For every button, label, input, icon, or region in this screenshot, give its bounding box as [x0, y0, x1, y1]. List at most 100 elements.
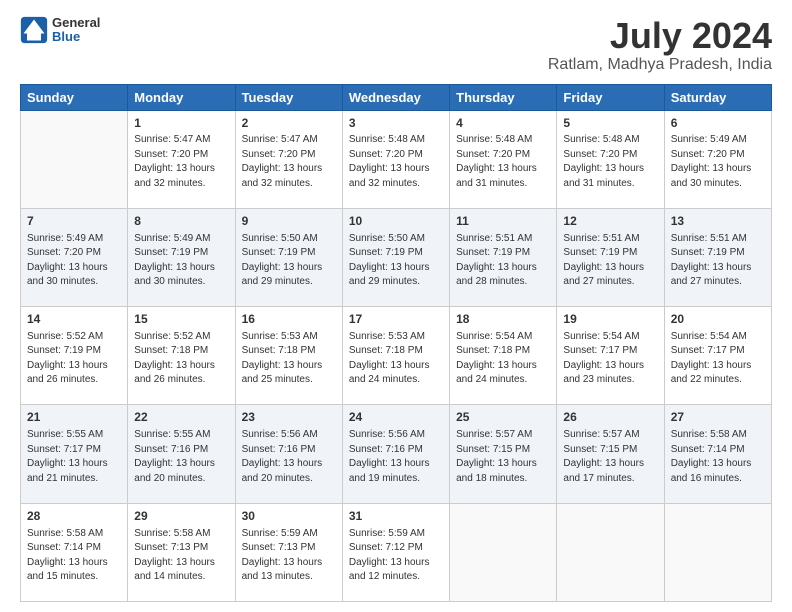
table-row: 3Sunrise: 5:48 AM Sunset: 7:20 PM Daylig…	[342, 110, 449, 208]
table-row: 28 Sunrise: 5:58 AM Sunset: 7:14 PM Dayli…	[21, 503, 128, 601]
table-row: 4Sunrise: 5:48 AM Sunset: 7:20 PM Daylig…	[450, 110, 557, 208]
day-number: 20	[671, 311, 765, 328]
table-row: 14 Sunrise: 5:52 AM Sunset: 7:19 PM Dayli…	[21, 307, 128, 405]
calendar-week-row: 14 Sunrise: 5:52 AM Sunset: 7:19 PM Dayli…	[21, 307, 772, 405]
day-info: Sunrise: 5:52 AM Sunset: 7:18 PM Dayligh…	[134, 330, 228, 388]
col-wednesday: Wednesday	[342, 84, 449, 110]
day-number: 26	[563, 409, 657, 426]
col-sunday: Sunday	[21, 84, 128, 110]
day-info: Sunrise: 5:58 AM Sunset: 7:14 PM Dayligh…	[27, 527, 121, 585]
day-number: 2	[242, 115, 336, 132]
table-row: 13Sunrise: 5:51 AM Sunset: 7:19 PM Dayli…	[664, 208, 771, 306]
day-number: 10	[349, 213, 443, 230]
day-info: Sunrise: 5:58 AM Sunset: 7:14 PM Dayligh…	[671, 428, 765, 486]
day-number: 23	[242, 409, 336, 426]
table-row: 20 Sunrise: 5:54 AM Sunset: 7:17 PM Dayli…	[664, 307, 771, 405]
col-friday: Friday	[557, 84, 664, 110]
day-info: Sunrise: 5:50 AM Sunset: 7:19 PM Dayligh…	[242, 232, 336, 290]
table-row: 5Sunrise: 5:48 AM Sunset: 7:20 PM Daylig…	[557, 110, 664, 208]
day-info: Sunrise: 5:49 AM Sunset: 7:19 PM Dayligh…	[134, 232, 228, 290]
day-info: Sunrise: 5:48 AM Sunset: 7:20 PM Dayligh…	[349, 133, 443, 191]
table-row: 12Sunrise: 5:51 AM Sunset: 7:19 PM Dayli…	[557, 208, 664, 306]
calendar-week-row: 7Sunrise: 5:49 AM Sunset: 7:20 PM Daylig…	[21, 208, 772, 306]
table-row: 7Sunrise: 5:49 AM Sunset: 7:20 PM Daylig…	[21, 208, 128, 306]
day-number: 24	[349, 409, 443, 426]
title-area: July 2024 Ratlam, Madhya Pradesh, India	[548, 16, 772, 74]
day-number: 14	[27, 311, 121, 328]
day-number: 16	[242, 311, 336, 328]
table-row: 22Sunrise: 5:55 AM Sunset: 7:16 PM Dayli…	[128, 405, 235, 503]
day-info: Sunrise: 5:49 AM Sunset: 7:20 PM Dayligh…	[671, 133, 765, 191]
day-info: Sunrise: 5:55 AM Sunset: 7:17 PM Dayligh…	[27, 428, 121, 486]
day-info: Sunrise: 5:47 AM Sunset: 7:20 PM Dayligh…	[134, 133, 228, 191]
table-row: 16 Sunrise: 5:53 AM Sunset: 7:18 PM Dayli…	[235, 307, 342, 405]
table-row: 25 Sunrise: 5:57 AM Sunset: 7:15 PM Dayli…	[450, 405, 557, 503]
day-info: Sunrise: 5:50 AM Sunset: 7:19 PM Dayligh…	[349, 232, 443, 290]
table-row: 23 Sunrise: 5:56 AM Sunset: 7:16 PM Dayli…	[235, 405, 342, 503]
day-number: 11	[456, 213, 550, 230]
day-info: Sunrise: 5:54 AM Sunset: 7:18 PM Dayligh…	[456, 330, 550, 388]
logo-icon	[20, 16, 48, 44]
main-title: July 2024	[548, 16, 772, 56]
day-number: 7	[27, 213, 121, 230]
day-info: Sunrise: 5:56 AM Sunset: 7:16 PM Dayligh…	[242, 428, 336, 486]
day-number: 30	[242, 508, 336, 525]
day-number: 22	[134, 409, 228, 426]
day-info: Sunrise: 5:57 AM Sunset: 7:15 PM Dayligh…	[456, 428, 550, 486]
calendar-week-row: 1Sunrise: 5:47 AM Sunset: 7:20 PM Daylig…	[21, 110, 772, 208]
day-info: Sunrise: 5:54 AM Sunset: 7:17 PM Dayligh…	[563, 330, 657, 388]
day-number: 8	[134, 213, 228, 230]
table-row	[664, 503, 771, 601]
day-info: Sunrise: 5:56 AM Sunset: 7:16 PM Dayligh…	[349, 428, 443, 486]
day-number: 27	[671, 409, 765, 426]
day-info: Sunrise: 5:59 AM Sunset: 7:12 PM Dayligh…	[349, 527, 443, 585]
logo-text: General Blue	[52, 16, 100, 45]
table-row: 27 Sunrise: 5:58 AM Sunset: 7:14 PM Dayli…	[664, 405, 771, 503]
table-row: 8 Sunrise: 5:49 AM Sunset: 7:19 PM Daylig…	[128, 208, 235, 306]
day-number: 6	[671, 115, 765, 132]
day-info: Sunrise: 5:57 AM Sunset: 7:15 PM Dayligh…	[563, 428, 657, 486]
col-saturday: Saturday	[664, 84, 771, 110]
subtitle: Ratlam, Madhya Pradesh, India	[548, 56, 772, 74]
logo-general: General	[52, 16, 100, 30]
day-number: 15	[134, 311, 228, 328]
day-info: Sunrise: 5:52 AM Sunset: 7:19 PM Dayligh…	[27, 330, 121, 388]
day-number: 29	[134, 508, 228, 525]
table-row: 29 Sunrise: 5:58 AM Sunset: 7:13 PM Dayli…	[128, 503, 235, 601]
day-number: 5	[563, 115, 657, 132]
table-row: 24 Sunrise: 5:56 AM Sunset: 7:16 PM Dayli…	[342, 405, 449, 503]
day-info: Sunrise: 5:48 AM Sunset: 7:20 PM Dayligh…	[456, 133, 550, 191]
calendar-header-row: Sunday Monday Tuesday Wednesday Thursday…	[21, 84, 772, 110]
table-row: 1Sunrise: 5:47 AM Sunset: 7:20 PM Daylig…	[128, 110, 235, 208]
day-number: 25	[456, 409, 550, 426]
day-number: 28	[27, 508, 121, 525]
table-row: 18Sunrise: 5:54 AM Sunset: 7:18 PM Dayli…	[450, 307, 557, 405]
day-number: 19	[563, 311, 657, 328]
table-row	[557, 503, 664, 601]
day-info: Sunrise: 5:51 AM Sunset: 7:19 PM Dayligh…	[456, 232, 550, 290]
day-info: Sunrise: 5:51 AM Sunset: 7:19 PM Dayligh…	[671, 232, 765, 290]
day-number: 1	[134, 115, 228, 132]
day-info: Sunrise: 5:58 AM Sunset: 7:13 PM Dayligh…	[134, 527, 228, 585]
day-info: Sunrise: 5:54 AM Sunset: 7:17 PM Dayligh…	[671, 330, 765, 388]
calendar-table: Sunday Monday Tuesday Wednesday Thursday…	[20, 84, 772, 602]
page: General Blue July 2024 Ratlam, Madhya Pr…	[0, 0, 792, 612]
day-number: 9	[242, 213, 336, 230]
table-row: 30 Sunrise: 5:59 AM Sunset: 7:13 PM Dayli…	[235, 503, 342, 601]
day-info: Sunrise: 5:47 AM Sunset: 7:20 PM Dayligh…	[242, 133, 336, 191]
logo-blue: Blue	[52, 30, 100, 44]
day-info: Sunrise: 5:59 AM Sunset: 7:13 PM Dayligh…	[242, 527, 336, 585]
col-thursday: Thursday	[450, 84, 557, 110]
day-info: Sunrise: 5:53 AM Sunset: 7:18 PM Dayligh…	[349, 330, 443, 388]
table-row: 19 Sunrise: 5:54 AM Sunset: 7:17 PM Dayli…	[557, 307, 664, 405]
calendar-week-row: 21Sunrise: 5:55 AM Sunset: 7:17 PM Dayli…	[21, 405, 772, 503]
day-info: Sunrise: 5:48 AM Sunset: 7:20 PM Dayligh…	[563, 133, 657, 191]
calendar-body: 1Sunrise: 5:47 AM Sunset: 7:20 PM Daylig…	[21, 110, 772, 601]
table-row	[450, 503, 557, 601]
table-row	[21, 110, 128, 208]
table-row: 31Sunrise: 5:59 AM Sunset: 7:12 PM Dayli…	[342, 503, 449, 601]
day-info: Sunrise: 5:53 AM Sunset: 7:18 PM Dayligh…	[242, 330, 336, 388]
table-row: 21Sunrise: 5:55 AM Sunset: 7:17 PM Dayli…	[21, 405, 128, 503]
logo: General Blue	[20, 16, 100, 45]
table-row: 17Sunrise: 5:53 AM Sunset: 7:18 PM Dayli…	[342, 307, 449, 405]
